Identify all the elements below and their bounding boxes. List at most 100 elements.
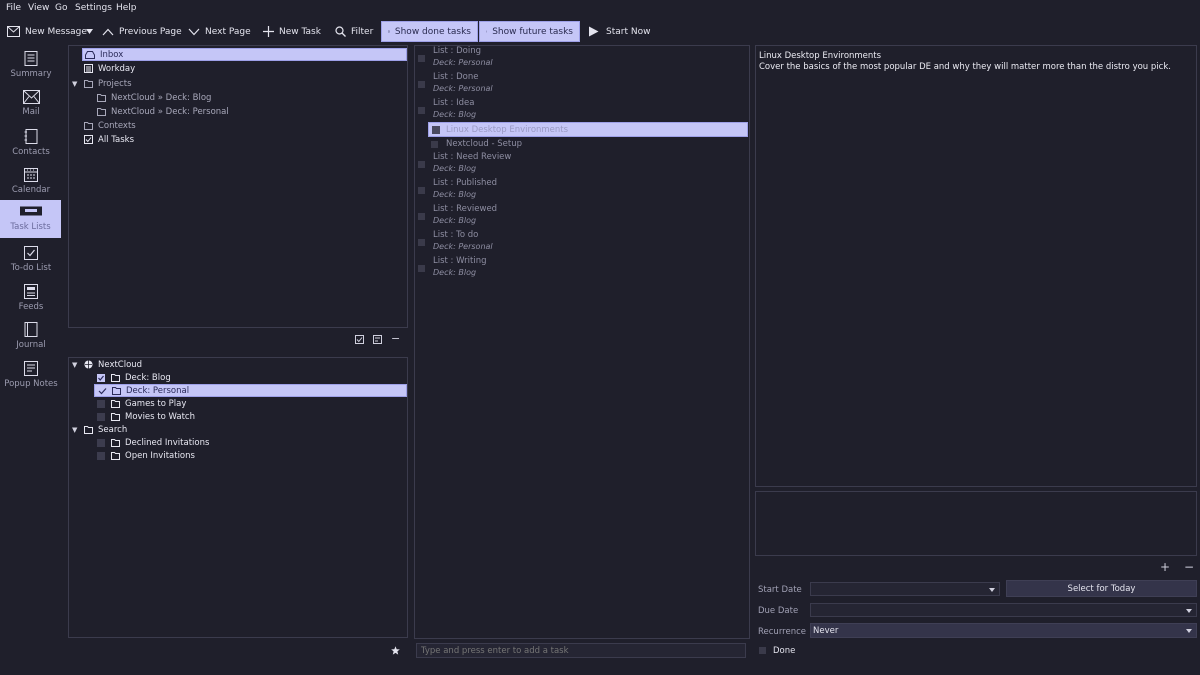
- envelope-icon: [7, 26, 20, 37]
- todo-icon: [24, 246, 38, 260]
- task-checkbox[interactable]: [418, 161, 425, 168]
- nav-popup-notes[interactable]: Popup Notes: [0, 358, 62, 396]
- checkbox[interactable]: [97, 399, 105, 408]
- start-date-field[interactable]: [810, 582, 1000, 596]
- task-item[interactable]: List : Doing Deck: Personal: [418, 46, 748, 72]
- start-now-button[interactable]: Start Now: [588, 21, 650, 42]
- task-item[interactable]: List : Need Review Deck: Blog: [418, 152, 748, 178]
- menu-go[interactable]: Go: [55, 3, 67, 13]
- remove-attachment-icon[interactable]: −: [1184, 560, 1194, 574]
- task-description-panel[interactable]: [755, 45, 1197, 487]
- nav-mail-label: Mail: [22, 107, 40, 117]
- tree-item-open[interactable]: Open Invitations: [97, 449, 195, 462]
- tree-item-nextcloud[interactable]: NextCloud: [84, 358, 142, 371]
- show-done-tasks-toggle[interactable]: Show done tasks: [381, 21, 478, 42]
- previous-page-button[interactable]: Previous Page: [102, 21, 182, 42]
- main-toolbar: New Message Previous Page Next Page New …: [0, 19, 1200, 44]
- tree-item-project-personal[interactable]: NextCloud » Deck: Personal: [97, 105, 229, 118]
- task-title: List : Writing: [433, 256, 487, 266]
- task-checkbox[interactable]: [418, 187, 425, 194]
- chevron-down-icon[interactable]: [1186, 609, 1192, 613]
- tree-item-inbox[interactable]: Inbox: [82, 48, 407, 61]
- tree-item-declined[interactable]: Declined Invitations: [97, 436, 209, 449]
- task-checkbox[interactable]: [418, 107, 425, 114]
- recurrence-select[interactable]: Never: [810, 623, 1197, 638]
- show-done-tasks-label: Show done tasks: [394, 26, 471, 37]
- select-for-today-label: Select for Today: [1067, 583, 1136, 594]
- tree-item-all-tasks[interactable]: All Tasks: [84, 133, 134, 146]
- next-page-button[interactable]: Next Page: [188, 21, 251, 42]
- task-item[interactable]: Nextcloud - Setup: [431, 138, 731, 151]
- expand-arrow-icon[interactable]: ▼: [72, 426, 77, 434]
- checkbox[interactable]: [97, 412, 105, 421]
- menu-view[interactable]: View: [28, 3, 49, 13]
- task-checkbox[interactable]: [418, 265, 425, 272]
- checkbox[interactable]: [97, 438, 105, 447]
- nav-summary[interactable]: Summary: [0, 48, 62, 86]
- task-item[interactable]: List : To do Deck: Personal: [418, 230, 748, 256]
- tree-item-deck-blog[interactable]: Deck: Blog: [97, 371, 171, 384]
- nav-calendar[interactable]: Calendar: [0, 164, 62, 202]
- task-checkbox[interactable]: [418, 239, 425, 246]
- tree-item-movies[interactable]: Movies to Watch: [97, 410, 195, 423]
- check-icon[interactable]: [98, 387, 107, 395]
- new-message-dropdown[interactable]: [86, 21, 98, 42]
- task-item-selected[interactable]: Linux Desktop Environments: [428, 122, 748, 137]
- task-checkbox[interactable]: [418, 55, 425, 62]
- expand-arrow-icon[interactable]: ▼: [72, 361, 77, 369]
- add-task-input[interactable]: [416, 643, 746, 658]
- task-checkbox[interactable]: [418, 213, 425, 220]
- chevron-down-icon: [1186, 629, 1192, 633]
- nav-task-lists[interactable]: Task Lists: [0, 200, 61, 238]
- contacts-icon: [24, 129, 38, 144]
- remove-source-icon[interactable]: −: [391, 332, 400, 345]
- tree-item-deck-personal[interactable]: Deck: Personal: [94, 384, 407, 397]
- menu-file[interactable]: File: [6, 3, 21, 13]
- task-item[interactable]: List : Published Deck: Blog: [418, 178, 748, 204]
- task-subtitle: Deck: Blog: [433, 216, 477, 225]
- tree-item-games[interactable]: Games to Play: [97, 397, 186, 410]
- task-checkbox[interactable]: [418, 81, 425, 88]
- show-future-tasks-toggle[interactable]: Show future tasks: [479, 21, 580, 42]
- nav-todo-list[interactable]: To-do List: [0, 242, 62, 280]
- task-checkbox[interactable]: [431, 141, 438, 148]
- add-source-icon[interactable]: [355, 335, 364, 344]
- checkbox-checked[interactable]: [97, 373, 105, 382]
- select-for-today-button[interactable]: Select for Today: [1006, 580, 1197, 597]
- tree-item-contexts[interactable]: Contexts: [84, 119, 136, 132]
- nav-contacts[interactable]: Contacts: [0, 126, 62, 164]
- chevron-down-icon: [188, 28, 200, 35]
- new-task-button[interactable]: New Task: [263, 21, 321, 42]
- task-item[interactable]: List : Reviewed Deck: Blog: [418, 204, 748, 230]
- plus-icon: [263, 26, 274, 37]
- attachments-panel[interactable]: [755, 491, 1197, 556]
- menu-help[interactable]: Help: [116, 3, 137, 13]
- chevron-down-icon[interactable]: [989, 588, 995, 592]
- feeds-icon: [24, 284, 38, 299]
- task-item[interactable]: List : Writing Deck: Blog: [418, 256, 748, 282]
- nav-feeds[interactable]: Feeds: [0, 281, 62, 319]
- task-item[interactable]: List : Done Deck: Personal: [418, 72, 748, 98]
- add-attachment-icon[interactable]: +: [1160, 560, 1170, 574]
- edit-source-icon[interactable]: [373, 335, 382, 344]
- nav-mail[interactable]: Mail: [0, 87, 62, 125]
- menu-settings[interactable]: Settings: [75, 3, 112, 13]
- nav-feeds-label: Feeds: [18, 302, 44, 312]
- tree-item-search[interactable]: Search: [84, 423, 127, 436]
- checkbox[interactable]: [97, 451, 105, 460]
- due-date-field[interactable]: [810, 603, 1197, 617]
- tree-item-projects[interactable]: Projects: [84, 77, 132, 90]
- tree-item-workday[interactable]: Workday: [84, 62, 135, 75]
- star-icon[interactable]: [391, 646, 400, 655]
- task-subtitle: Deck: Personal: [433, 84, 493, 93]
- new-message-button[interactable]: New Message: [7, 21, 87, 42]
- nav-journal[interactable]: Journal: [0, 319, 62, 357]
- done-checkbox[interactable]: [759, 647, 766, 654]
- task-title: List : Published: [433, 178, 498, 188]
- expand-arrow-icon[interactable]: ▼: [72, 80, 77, 88]
- task-item[interactable]: List : Idea Deck: Blog: [418, 98, 748, 124]
- filter-button[interactable]: Filter: [335, 21, 373, 42]
- task-subtitle: Deck: Blog: [433, 164, 477, 173]
- tree-item-project-blog[interactable]: NextCloud » Deck: Blog: [97, 91, 211, 104]
- task-checkbox[interactable]: [432, 126, 440, 134]
